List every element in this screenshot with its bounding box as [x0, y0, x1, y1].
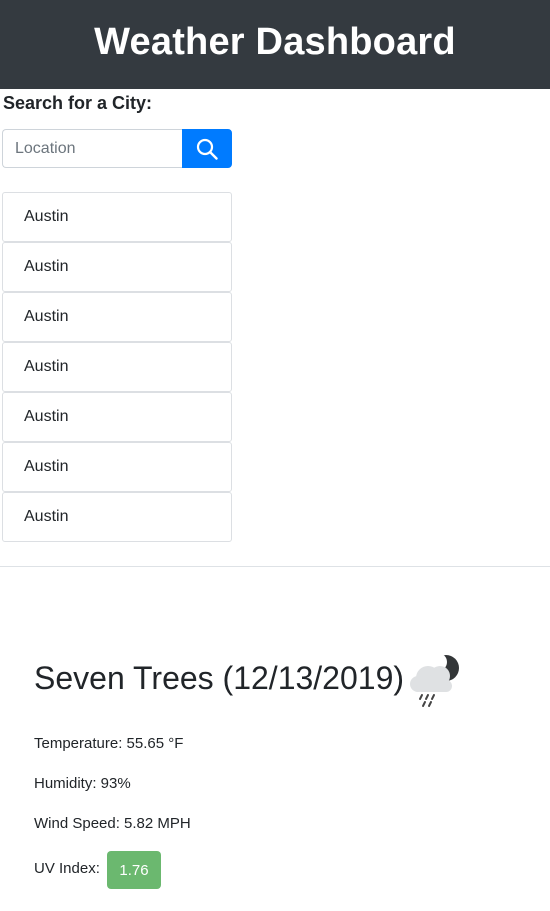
- current-city-title: Seven Trees (12/13/2019): [34, 660, 405, 696]
- wind-speed-text: Wind Speed: 5.82 MPH: [34, 815, 191, 832]
- history-city-button[interactable]: Austin: [2, 442, 232, 492]
- search-label: Search for a City:: [3, 93, 153, 113]
- history-city-button[interactable]: Austin: [2, 242, 232, 292]
- history-city-button[interactable]: Austin: [2, 292, 232, 342]
- history-city-button[interactable]: Austin: [2, 392, 232, 442]
- temperature-text: Temperature: 55.65 °F: [34, 735, 184, 752]
- search-input[interactable]: [2, 129, 182, 168]
- search-button[interactable]: [182, 129, 232, 168]
- page-title: Weather Dashboard: [94, 21, 456, 63]
- app-header: Weather Dashboard: [0, 0, 550, 89]
- humidity-text: Humidity: 93%: [34, 775, 131, 792]
- rain-cloud-night-icon: [410, 653, 459, 707]
- section-divider: [0, 566, 550, 567]
- uv-index-label: UV Index:: [34, 860, 100, 877]
- uv-index-badge: 1.76: [107, 851, 161, 889]
- search-icon: [196, 138, 218, 160]
- history-city-button[interactable]: Austin: [2, 342, 232, 392]
- search-history-list: Austin Austin Austin Austin Austin Austi…: [2, 192, 232, 542]
- history-city-button[interactable]: Austin: [2, 492, 232, 542]
- search-group: [2, 129, 232, 168]
- history-city-button[interactable]: Austin: [2, 192, 232, 242]
